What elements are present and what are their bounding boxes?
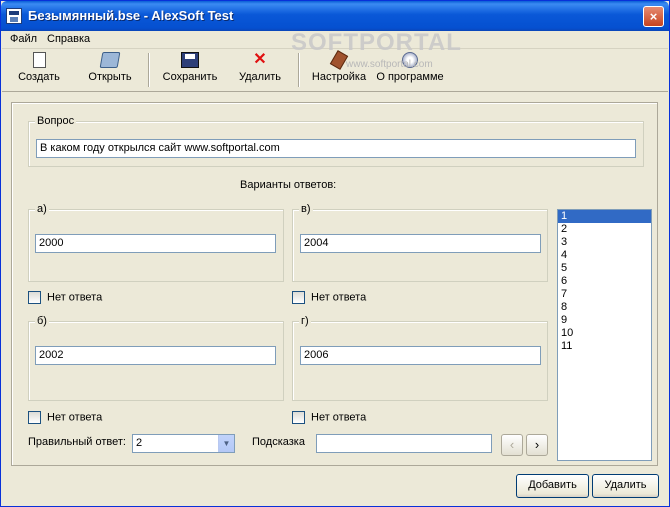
answer-v-label: в) — [299, 203, 313, 215]
red-x-icon: ✕ — [253, 51, 267, 68]
list-item[interactable]: 2 — [558, 223, 651, 236]
answer-b-no-answer[interactable]: Нет ответа — [28, 411, 102, 424]
app-icon — [6, 8, 22, 24]
chevron-down-icon[interactable]: ▼ — [218, 435, 234, 452]
answer-g-label: г) — [299, 315, 311, 327]
settings-button[interactable]: Настройка — [309, 50, 369, 88]
save-button[interactable]: Сохранить — [159, 52, 221, 88]
toolbar-separator — [148, 53, 150, 87]
answer-b-no-answer-label: Нет ответа — [47, 411, 103, 424]
floppy-disk-icon — [181, 52, 199, 68]
delete-label: Удалить — [239, 71, 281, 83]
open-folder-icon — [99, 52, 121, 68]
list-item[interactable]: 6 — [558, 275, 651, 288]
prev-button[interactable]: ‹ — [501, 434, 523, 456]
remove-button[interactable]: Удалить — [592, 474, 659, 498]
answer-a-input[interactable]: 2000 — [35, 234, 276, 253]
new-file-icon — [32, 52, 46, 68]
save-label: Сохранить — [162, 71, 218, 83]
answer-g-no-answer[interactable]: Нет ответа — [292, 411, 366, 424]
about-label: О программе — [376, 71, 444, 83]
list-item[interactable]: 9 — [558, 314, 651, 327]
list-item[interactable]: 4 — [558, 249, 651, 262]
delete-button[interactable]: ✕ Удалить — [234, 52, 286, 88]
title-bar[interactable]: Безымянный.bse - AlexSoft Test × — [1, 1, 669, 31]
close-button[interactable]: × — [643, 6, 664, 27]
next-button[interactable]: › — [526, 434, 548, 456]
hint-input[interactable] — [316, 434, 492, 453]
answer-g-no-answer-checkbox[interactable] — [292, 411, 305, 424]
create-button[interactable]: Создать — [14, 52, 64, 88]
toolbar-separator — [298, 53, 300, 87]
answer-g-no-answer-label: Нет ответа — [311, 411, 367, 424]
answer-a-label: а) — [35, 203, 49, 215]
softportal-watermark-url: www.softportal.com — [346, 59, 433, 70]
app-window: Безымянный.bse - AlexSoft Test × Файл Сп… — [0, 0, 670, 507]
window-title: Безымянный.bse - AlexSoft Test — [28, 8, 234, 23]
list-item[interactable]: 5 — [558, 262, 651, 275]
list-item[interactable]: 7 — [558, 288, 651, 301]
answer-v-input[interactable]: 2004 — [300, 234, 541, 253]
menu-file[interactable]: Файл — [10, 33, 37, 45]
open-label: Открыть — [88, 71, 132, 83]
answer-b-input[interactable]: 2002 — [35, 346, 276, 365]
list-item[interactable]: 1 — [558, 210, 651, 223]
answer-a-no-answer-label: Нет ответа — [47, 291, 103, 304]
correct-answer-value: 2 — [136, 437, 143, 449]
settings-label: Настройка — [311, 71, 367, 83]
correct-answer-label: Правильный ответ: — [28, 436, 126, 448]
question-list[interactable]: 1 2 3 4 5 6 7 8 9 10 11 — [557, 209, 652, 461]
answer-a-no-answer[interactable]: Нет ответа — [28, 291, 102, 304]
answer-g-input[interactable]: 2006 — [300, 346, 541, 365]
answer-v-no-answer[interactable]: Нет ответа — [292, 291, 366, 304]
correct-answer-select[interactable]: 2 ▼ — [132, 434, 235, 453]
menu-help[interactable]: Справка — [47, 33, 90, 45]
list-item[interactable]: 10 — [558, 327, 651, 340]
open-button[interactable]: Открыть — [82, 52, 138, 88]
answer-a-no-answer-checkbox[interactable] — [28, 291, 41, 304]
question-group-label: Вопрос — [35, 115, 77, 127]
add-button[interactable]: Добавить — [516, 474, 589, 498]
answer-b-no-answer-checkbox[interactable] — [28, 411, 41, 424]
list-item[interactable]: 8 — [558, 301, 651, 314]
list-item[interactable]: 3 — [558, 236, 651, 249]
answers-heading: Варианты ответов: — [240, 179, 337, 191]
question-input[interactable]: В каком году открылся сайт www.softporta… — [36, 139, 636, 158]
softportal-watermark: SOFTPORTAL — [291, 29, 462, 56]
answer-v-no-answer-checkbox[interactable] — [292, 291, 305, 304]
answer-v-no-answer-label: Нет ответа — [311, 291, 367, 304]
list-item[interactable]: 11 — [558, 340, 651, 353]
create-label: Создать — [18, 71, 60, 83]
answer-b-label: б) — [35, 315, 49, 327]
about-button[interactable]: О программе — [374, 52, 446, 88]
hint-label: Подсказка — [252, 436, 305, 448]
